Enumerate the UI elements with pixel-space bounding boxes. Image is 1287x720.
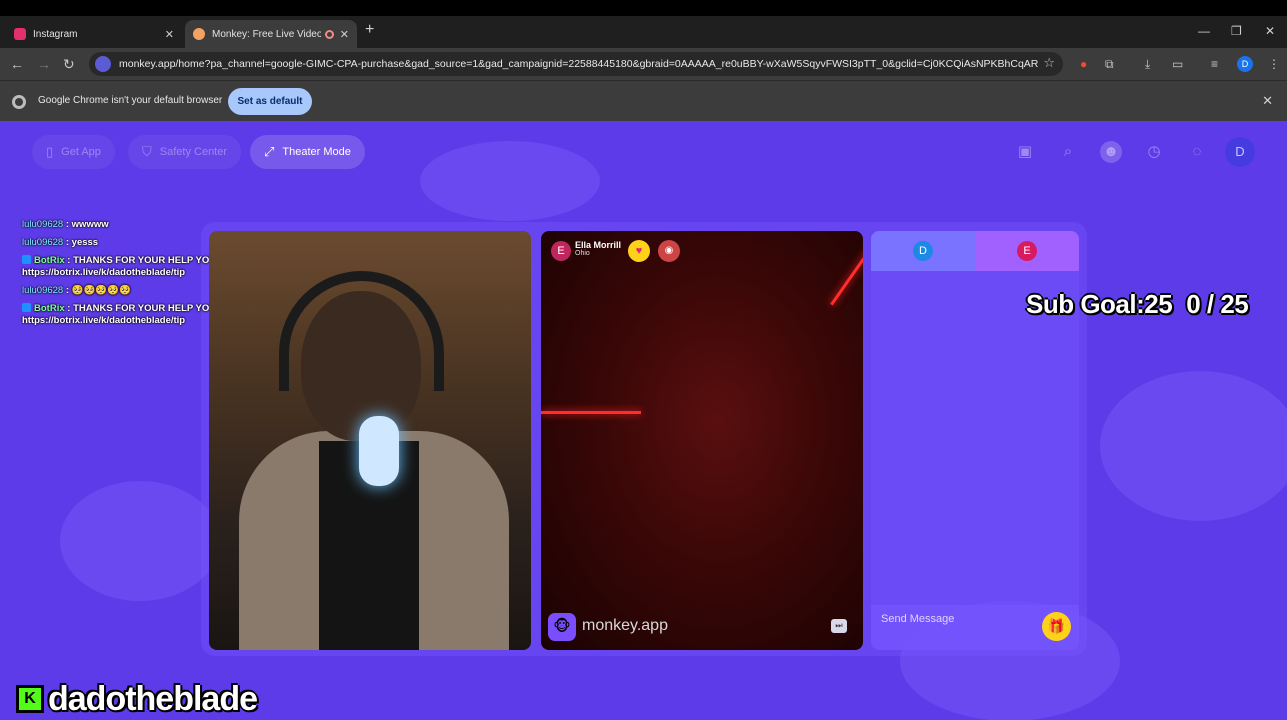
search-icon[interactable]: ⌕ [1057,141,1079,163]
sub-goal-overlay: Sub Goal:25 0 / 25 [1026,289,1249,320]
puzzle-icon[interactable]: ⧉ [1105,57,1114,72]
expand-icon: ⤢ [264,144,275,159]
chat-link: https://botrix.live/k/dadotheblade/tip [22,315,186,326]
close-icon[interactable]: ✕ [340,28,349,41]
brand-watermark: monkey.app [582,617,668,634]
tab-monkey[interactable]: Monkey: Free Live Video Ch ✕ [185,20,357,48]
user-avatar[interactable]: D [1225,137,1255,167]
match-location: Ohio [575,250,590,257]
message-input[interactable]: Send Message 🎁 [871,605,1079,650]
instagram-icon [14,28,26,40]
monkey-icon [193,28,205,40]
led-strip [541,411,641,414]
theater-mode-label: Theater Mode [282,146,351,158]
match-name: Ella Morrill [575,240,622,250]
skip-icon[interactable]: ⏭ [831,619,847,633]
headphones [279,271,444,391]
default-browser-infobar: Google Chrome isn't your default browser… [0,80,1287,121]
address-bar[interactable]: monkey.app/home?pa_channel=google-GIMC-C… [89,52,1063,76]
toolbar: ← → ↻ monkey.app/home?pa_channel=google-… [0,48,1287,80]
safety-center-label: Safety Center [159,146,228,158]
infobar-close-icon[interactable]: ✕ [1262,93,1273,109]
forward-icon[interactable]: → [37,56,51,72]
theater-mode-button[interactable]: ⤢ Theater Mode [250,135,365,169]
recording-icon [324,29,334,39]
profile-avatar[interactable]: D [1237,56,1253,72]
close-icon[interactable]: ✕ [165,28,174,41]
tab-title: Instagram [33,28,78,40]
microphone [359,416,399,486]
get-app-label: Get App [61,146,101,158]
match-avatar[interactable]: E [551,241,571,261]
streamer-name: dadotheblade [48,679,258,718]
shield-icon: ⛉ [142,144,152,159]
streamer-tag: K dadotheblade [16,679,258,718]
infobar-message: Google Chrome isn't your default browser [38,95,223,106]
screen: Instagram ✕ Monkey: Free Live Video Ch ✕… [0,0,1287,720]
get-app-button[interactable]: ▯ Get App [32,135,115,169]
bookmark-star-icon[interactable]: ☆ [1043,55,1055,71]
match-chat-avatar: E [1017,241,1037,261]
phone-icon: ▯ [46,144,54,159]
minimize-icon[interactable]: — [1198,24,1210,38]
monkey-page: ▯ Get App ⛉ Safety Center ⤢ Theater Mode… [0,121,1287,720]
bot-badge-icon [22,303,31,312]
chat-message: lulu09628 : wwwww [22,219,109,230]
led-strip [830,246,863,306]
background-blob [420,141,600,221]
friends-icon[interactable]: ☻ [1100,141,1122,163]
back-icon[interactable]: ← [10,56,24,72]
tab-bar: Instagram ✕ Monkey: Free Live Video Ch ✕… [0,16,1287,48]
gift-button[interactable]: 🎁 [1042,612,1071,641]
window-close-icon[interactable]: ✕ [1265,24,1275,38]
menu-icon[interactable]: ⋮ [1268,57,1280,71]
history-icon[interactable]: ◷ [1143,141,1165,163]
monkey-logo-icon: 🐵 [548,613,576,641]
chat-tab-match[interactable]: E [975,231,1079,271]
self-avatar: D [913,241,933,261]
chat-link: https://botrix.live/k/dadotheblade/tip [22,267,186,278]
local-video [209,231,531,650]
message-placeholder: Send Message [881,613,955,625]
extension-icon[interactable]: ● [1080,57,1087,71]
cast-icon[interactable]: ▭ [1172,57,1183,71]
messages-icon[interactable]: ◌ [1186,141,1208,163]
top-letterbox [0,0,1287,16]
sub-goal-progress: 0 / 25 [1186,289,1249,319]
kick-logo-icon: K [16,685,44,713]
chrome-icon [12,95,26,109]
download-icon[interactable]: ⤓ [1145,57,1150,72]
url-text: monkey.app/home?pa_channel=google-GIMC-C… [119,58,1039,70]
background-blob [1100,371,1287,521]
shop-icon[interactable]: ▣ [1014,141,1036,163]
media-icon[interactable]: ≡ [1211,57,1218,71]
owl-badge-icon[interactable]: ◉ [658,240,680,262]
tab-title: Monkey: Free Live Video Ch [212,28,321,40]
sub-goal-label: Sub Goal:25 [1026,289,1173,319]
new-tab-button[interactable]: + [365,21,374,39]
bot-badge-icon [22,255,31,264]
tab-instagram[interactable]: Instagram ✕ [6,20,182,48]
background-blob [60,481,220,601]
heart-icon[interactable]: ♥ [628,240,650,262]
chat-tab-self[interactable]: D [871,231,975,271]
site-info-icon[interactable] [95,56,111,72]
safety-center-button[interactable]: ⛉ Safety Center [128,135,242,169]
remote-video: E Ella Morrill Ohio ♥ ◉ 🐵 monkey.app ⏭ [541,231,863,650]
restore-icon[interactable]: ❐ [1231,24,1242,38]
reload-icon[interactable]: ↻ [63,56,75,73]
set-default-button[interactable]: Set as default [228,88,312,115]
